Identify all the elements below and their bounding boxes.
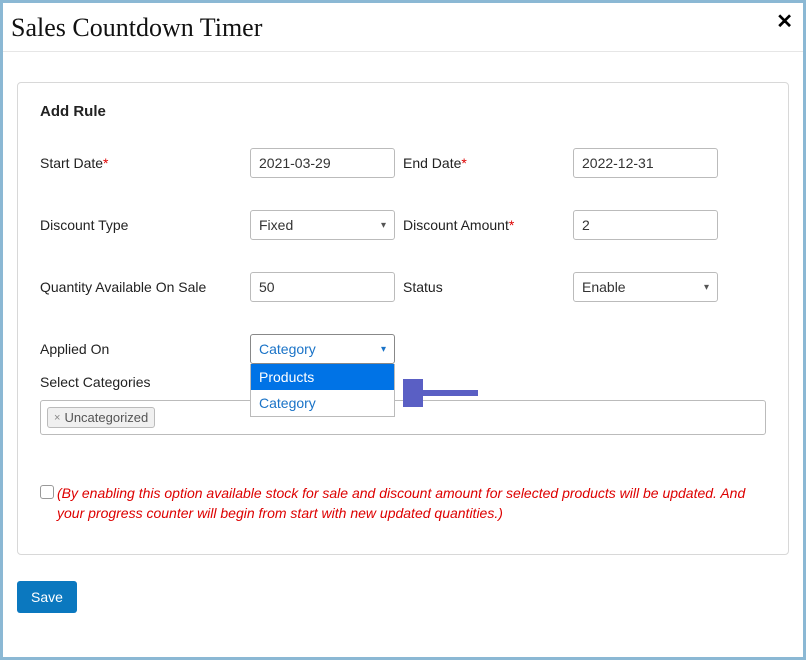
page-title: Sales Countdown Timer: [11, 13, 795, 43]
add-rule-panel: Add Rule Start Date* End Date* Discount …: [17, 82, 789, 555]
select-categories-label: Select Categories: [40, 374, 766, 390]
applied-on-dropdown: Products Category: [250, 364, 395, 417]
chevron-down-icon: ▾: [381, 344, 386, 355]
chevron-down-icon: ▾: [381, 220, 386, 231]
update-stock-checkbox[interactable]: [40, 485, 54, 499]
applied-on-label: Applied On: [40, 341, 250, 357]
applied-on-select[interactable]: Category ▾: [250, 334, 395, 364]
end-date-label: End Date*: [403, 155, 573, 171]
select-categories-input[interactable]: × Uncategorized: [40, 400, 766, 435]
category-tag: × Uncategorized: [47, 407, 155, 428]
start-date-input[interactable]: [250, 148, 395, 178]
end-date-input[interactable]: [573, 148, 718, 178]
status-label: Status: [403, 279, 573, 295]
panel-title: Add Rule: [40, 103, 766, 120]
discount-amount-input[interactable]: [573, 210, 718, 240]
close-icon[interactable]: ✕: [776, 9, 793, 34]
save-button[interactable]: Save: [17, 581, 77, 613]
discount-amount-label: Discount Amount*: [403, 217, 573, 233]
status-select[interactable]: Enable ▾: [573, 272, 718, 302]
category-tag-label: Uncategorized: [64, 410, 148, 425]
start-date-label: Start Date*: [40, 155, 250, 171]
discount-type-label: Discount Type: [40, 217, 250, 233]
discount-type-select[interactable]: Fixed ▾: [250, 210, 395, 240]
dropdown-option-category[interactable]: Category: [251, 390, 394, 416]
remove-tag-icon[interactable]: ×: [54, 412, 60, 424]
notice-text: (By enabling this option available stock…: [57, 483, 766, 524]
quantity-label: Quantity Available On Sale: [40, 279, 250, 295]
dropdown-option-products[interactable]: Products: [251, 364, 394, 390]
quantity-input[interactable]: [250, 272, 395, 302]
chevron-down-icon: ▾: [704, 282, 709, 293]
